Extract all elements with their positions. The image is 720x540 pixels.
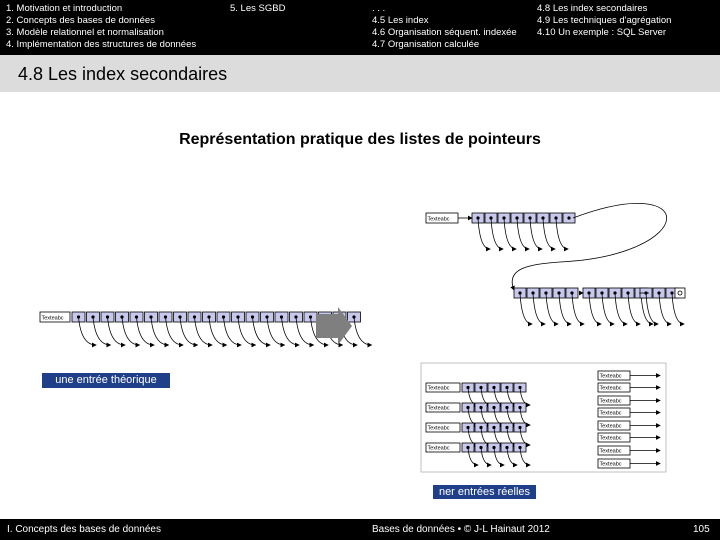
header-item[interactable]: 2. Concepts des bases de données (6, 15, 196, 27)
footer-chapter: I. Concepts des bases de données (7, 524, 161, 535)
header-item[interactable]: 1. Motivation et introduction (6, 3, 196, 15)
key-label: Texteabc (600, 436, 622, 442)
header-item[interactable]: 4.8 Les index secondaires (537, 3, 671, 15)
header-chapters: 1. Motivation et introduction 2. Concept… (6, 3, 196, 51)
key-label: Texteabc (600, 399, 622, 405)
header-sections-a: . . . 4.5 Les index 4.6 Organisation séq… (372, 3, 517, 51)
key-label: Texteabc (600, 411, 622, 417)
key-label: Texteabc (600, 449, 622, 455)
header-item[interactable]: 4.7 Organisation calculée (372, 39, 517, 51)
key-label: Texteabc (428, 386, 450, 392)
callout-theoretical-entry: une entrée théorique (42, 373, 170, 388)
section-band: 4.8 Les index secondaires (0, 55, 720, 92)
key-label: Texteabc (42, 316, 64, 322)
header-item[interactable]: 3. Modèle relationnel et normalisation (6, 27, 196, 39)
key-label: Texteabc (428, 217, 450, 223)
header-item[interactable]: 4.5 Les index (372, 15, 517, 27)
key-label: Texteabc (600, 386, 622, 392)
callout-real-entries-rest: er entrées réelles (445, 486, 531, 498)
header-item[interactable]: 4. Implémentation des structures de donn… (6, 39, 196, 51)
footer-bar: I. Concepts des bases de données Bases d… (0, 519, 720, 540)
key-label: Texteabc (600, 374, 622, 380)
header-item-sgbd[interactable]: 5. Les SGBD (230, 3, 285, 15)
pointer-dot (567, 216, 571, 220)
header-sections-b: 4.8 Les index secondaires 4.9 Les techni… (537, 3, 671, 39)
end-cell (674, 287, 686, 299)
header-bar: 1. Motivation et introduction 2. Concept… (0, 0, 720, 55)
key-label: Texteabc (600, 462, 622, 468)
key-label: Texteabc (428, 446, 450, 452)
key-label: Texteabc (428, 426, 450, 432)
header-item[interactable]: 4.6 Organisation séquent. indexée (372, 27, 517, 39)
footer-copyright: Bases de données • © J-L Hainaut 2012 (372, 524, 550, 535)
callout-real-entries: ner entrées réelles (433, 485, 536, 499)
header-item: . . . (372, 3, 386, 14)
pointer-list-diagram: Texteabc Texteabc Texteabc Texteabc Texteabc… (39, 203, 686, 473)
header-item[interactable]: 4.9 Les techniques d'agrégation (537, 15, 671, 27)
header-item[interactable]: 4.10 Un exemple : SQL Server (537, 27, 671, 39)
key-label: Texteabc (600, 424, 622, 430)
key-label: Texteabc (428, 406, 450, 412)
section-title: 4.8 Les index secondaires (18, 64, 228, 84)
page-number: 105 (693, 524, 710, 535)
